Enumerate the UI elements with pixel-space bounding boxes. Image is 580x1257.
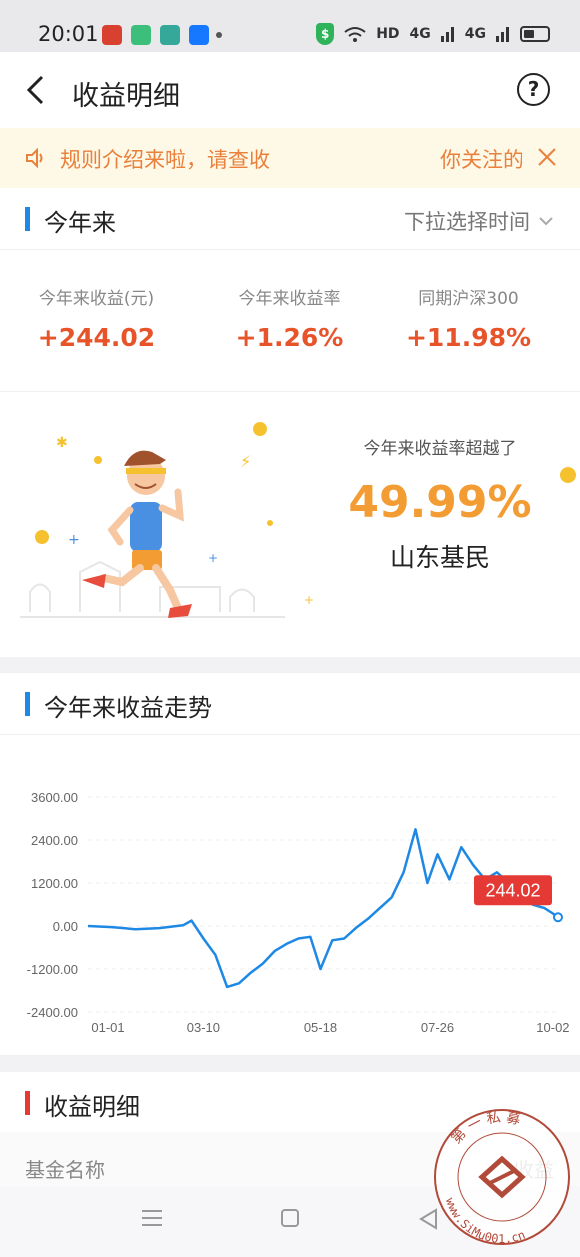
y-tick-label: -2400.00 [27,1005,78,1020]
trend-card: 今年来收益走势 3600.00 2400.00 1200.00 0.00 -1200.0… [0,673,580,1055]
x-tick-label: 01-01 [91,1020,124,1035]
period-selector-label: 下拉选择时间 [404,210,530,234]
trend-chart[interactable]: 3600.00 2400.00 1200.00 0.00 -1200.00 -2400.0… [0,735,580,1053]
wifi-icon [344,27,366,42]
period-summary-card: 今年来 下拉选择时间 今年来收益(元) +244.02 今年来收益率 +1.26… [0,188,580,391]
stat-label: 今年来收益(元) [38,289,155,309]
period-selector[interactable]: 下拉选择时间 [404,206,554,236]
network-type: HD [376,26,400,42]
x-tick-label: 05-18 [304,1020,337,1035]
y-tick-label: 0.00 [53,919,78,934]
chevron-down-icon [539,217,553,226]
close-icon[interactable] [536,146,558,168]
x-tick-label: 07-26 [421,1020,454,1035]
stat-label: 同期沪深300 [418,289,519,309]
back-arrow-icon[interactable] [24,74,48,106]
series-end-point [553,912,563,923]
signal-1: 4G [409,26,431,42]
y-tick-label: 1200.00 [31,876,78,891]
section-marker [25,207,30,231]
y-tick-label: 2400.00 [31,833,78,848]
menu-icon[interactable] [141,1208,163,1228]
section-marker [25,1091,30,1115]
x-tick-label: 03-10 [187,1020,220,1035]
svg-text:+: + [208,551,218,565]
trend-title: 今年来收益走势 [44,694,212,722]
ranking-card: ✱ ⚡ + + + 今年来收益率超越了 49.99% 山东基民 [0,392,580,657]
trend-chart-svg: 3600.00 2400.00 1200.00 0.00 -1200.00 -2400.0… [27,790,570,1035]
end-label-text: 244.02 [485,880,540,900]
trend-header: 今年来收益走势 [0,673,580,735]
speaker-icon [26,147,43,169]
x-tick-label: 10-02 [536,1020,569,1035]
ranking-caption: 今年来收益率超越了 [363,439,517,459]
help-icon[interactable]: ? [517,73,550,106]
app-notification-icon [160,25,180,45]
more-notifications-dot [216,32,222,38]
app-notification-icon [131,25,151,45]
ranking-region: 山东基民 [389,543,490,572]
svg-text:⚡: ⚡ [240,452,251,471]
runner-illustration: ✱ ⚡ + + + [20,422,314,618]
col-fund-name: 基金名称 [25,1158,105,1182]
section-marker [25,692,30,716]
y-tick-label: -1200.00 [27,962,78,977]
alipay-icon [189,25,209,45]
notice-text: 规则介绍来啦，请查收 [60,148,270,172]
svg-text:✱: ✱ [56,435,68,451]
signal-bars-icon [496,27,509,42]
status-time: 20:01 [38,22,99,46]
security-shield-icon: $ [316,23,335,45]
period-title: 今年来 [44,209,116,237]
notice-text-scrolling: 你关注的 [440,148,522,172]
signal-bars-icon [440,27,454,42]
svg-text:+: + [304,593,314,607]
y-tick-label: 3600.00 [31,790,78,805]
home-icon[interactable] [280,1208,300,1228]
ranking-text: 今年来收益率超越了 49.99% 山东基民 [334,434,546,574]
details-title: 收益明细 [44,1093,140,1121]
page-title: 收益明细 [72,81,180,112]
app-notification-icon [102,25,122,45]
notice-banner[interactable]: 规则介绍来啦，请查收 你关注的 [0,128,580,188]
status-bar: 20:01 $ HD 4G 4G [0,0,580,52]
stat-value: +11.98% [405,323,532,352]
svg-text:+: + [68,532,80,548]
signal-2: 4G [464,26,486,42]
stat-return-rate: 今年来收益率 +1.26% [193,284,386,352]
stat-benchmark: 同期沪深300 +11.98% [372,284,565,352]
stat-value: +1.26% [235,323,344,352]
period-header: 今年来 下拉选择时间 [0,188,580,250]
stat-label: 今年来收益率 [238,289,341,309]
ranking-percent: 49.99% [348,477,532,528]
battery-icon [520,26,550,42]
coin-decoration [560,467,576,483]
series-line [87,828,559,989]
watermark-stamp: 第 一 私 募 www.SiMu001.cn [434,1109,570,1246]
nav-bar: 收益明细 ? [0,52,580,128]
stat-profit: 今年来收益(元) +244.02 [0,284,193,352]
stat-value: +244.02 [37,323,156,352]
